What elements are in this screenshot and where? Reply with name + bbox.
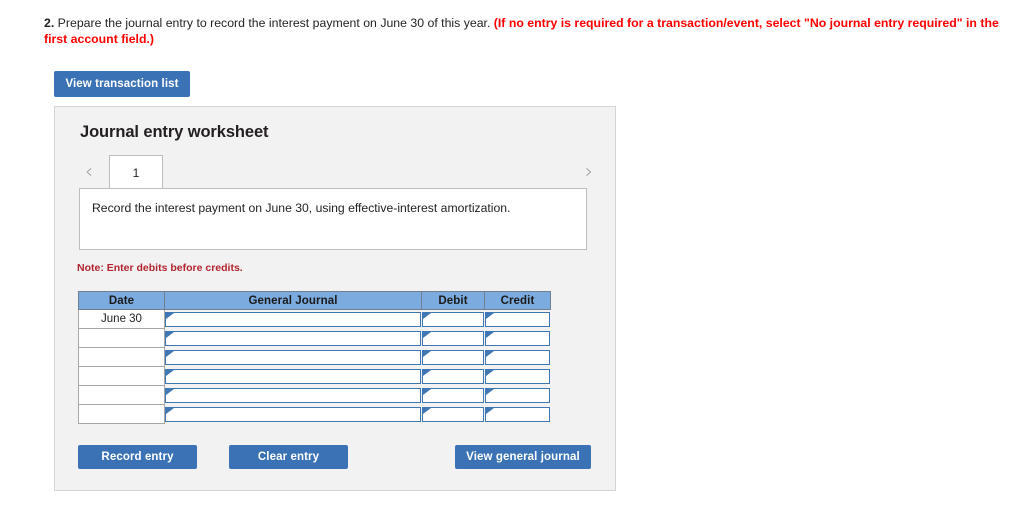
column-header-general-journal: General Journal <box>164 291 422 310</box>
view-transaction-list-button[interactable]: View transaction list <box>54 71 190 97</box>
journal-entry-worksheet-panel: Journal entry worksheet ‹ 1 › Record the… <box>54 106 616 491</box>
debits-before-credits-note: Note: Enter debits before credits. <box>77 262 243 274</box>
credit-input[interactable] <box>484 368 550 384</box>
general-journal-cell <box>164 366 422 386</box>
credit-input[interactable] <box>484 330 550 346</box>
credit-input[interactable] <box>484 349 550 365</box>
table-row <box>78 328 551 348</box>
credit-cell <box>484 385 551 405</box>
journal-entry-table: Date General Journal Debit Credit June 3… <box>78 291 551 424</box>
general-journal-input[interactable] <box>165 349 421 365</box>
general-journal-input[interactable] <box>165 311 421 327</box>
credit-input[interactable] <box>484 387 550 403</box>
debit-cell <box>421 309 485 329</box>
date-cell[interactable] <box>78 385 165 405</box>
credit-cell <box>484 309 551 329</box>
date-cell[interactable]: June 30 <box>78 309 165 329</box>
credit-cell <box>484 347 551 367</box>
column-header-date: Date <box>78 291 165 310</box>
date-cell[interactable] <box>78 347 165 367</box>
date-cell[interactable] <box>78 328 165 348</box>
debit-cell <box>421 347 485 367</box>
record-entry-button[interactable]: Record entry <box>78 445 197 469</box>
date-cell[interactable] <box>78 404 165 424</box>
debit-input[interactable] <box>421 330 484 346</box>
table-header-row: Date General Journal Debit Credit <box>78 291 551 310</box>
table-row <box>78 366 551 386</box>
credit-input[interactable] <box>484 406 550 422</box>
chevron-left-icon[interactable]: ‹ <box>79 157 99 185</box>
general-journal-input[interactable] <box>165 387 421 403</box>
worksheet-tab-1[interactable]: 1 <box>109 155 163 190</box>
table-row <box>78 385 551 405</box>
clear-entry-button[interactable]: Clear entry <box>229 445 348 469</box>
general-journal-cell <box>164 347 422 367</box>
general-journal-cell <box>164 404 422 424</box>
debit-cell <box>421 366 485 386</box>
general-journal-input[interactable] <box>165 406 421 422</box>
worksheet-title: Journal entry worksheet <box>80 123 269 141</box>
debit-input[interactable] <box>421 387 484 403</box>
view-general-journal-button[interactable]: View general journal <box>455 445 591 469</box>
table-body: June 30 <box>78 309 551 424</box>
debit-input[interactable] <box>421 368 484 384</box>
column-header-credit: Credit <box>484 291 551 310</box>
credit-cell <box>484 404 551 424</box>
table-row <box>78 404 551 424</box>
debit-cell <box>421 385 485 405</box>
chevron-right-icon[interactable]: › <box>579 157 599 185</box>
debit-input[interactable] <box>421 311 484 327</box>
debit-input[interactable] <box>421 349 484 365</box>
date-cell[interactable] <box>78 366 165 386</box>
debit-input[interactable] <box>421 406 484 422</box>
table-row <box>78 347 551 367</box>
worksheet-description-box: Record the interest payment on June 30, … <box>79 188 587 250</box>
table-row: June 30 <box>78 309 551 329</box>
worksheet-description-text: Record the interest payment on June 30, … <box>92 201 511 215</box>
debit-cell <box>421 328 485 348</box>
question-text: Prepare the journal entry to record the … <box>54 16 494 30</box>
credit-input[interactable] <box>484 311 550 327</box>
credit-cell <box>484 366 551 386</box>
credit-cell <box>484 328 551 348</box>
general-journal-cell <box>164 309 422 329</box>
worksheet-tabstrip: ‹ 1 › <box>79 153 593 190</box>
question-number: 2. <box>44 16 55 30</box>
debit-cell <box>421 404 485 424</box>
question-prompt: 2. Prepare the journal entry to record t… <box>44 16 999 47</box>
general-journal-cell <box>164 328 422 348</box>
general-journal-input[interactable] <box>165 368 421 384</box>
column-header-debit: Debit <box>421 291 485 310</box>
general-journal-input[interactable] <box>165 330 421 346</box>
general-journal-cell <box>164 385 422 405</box>
